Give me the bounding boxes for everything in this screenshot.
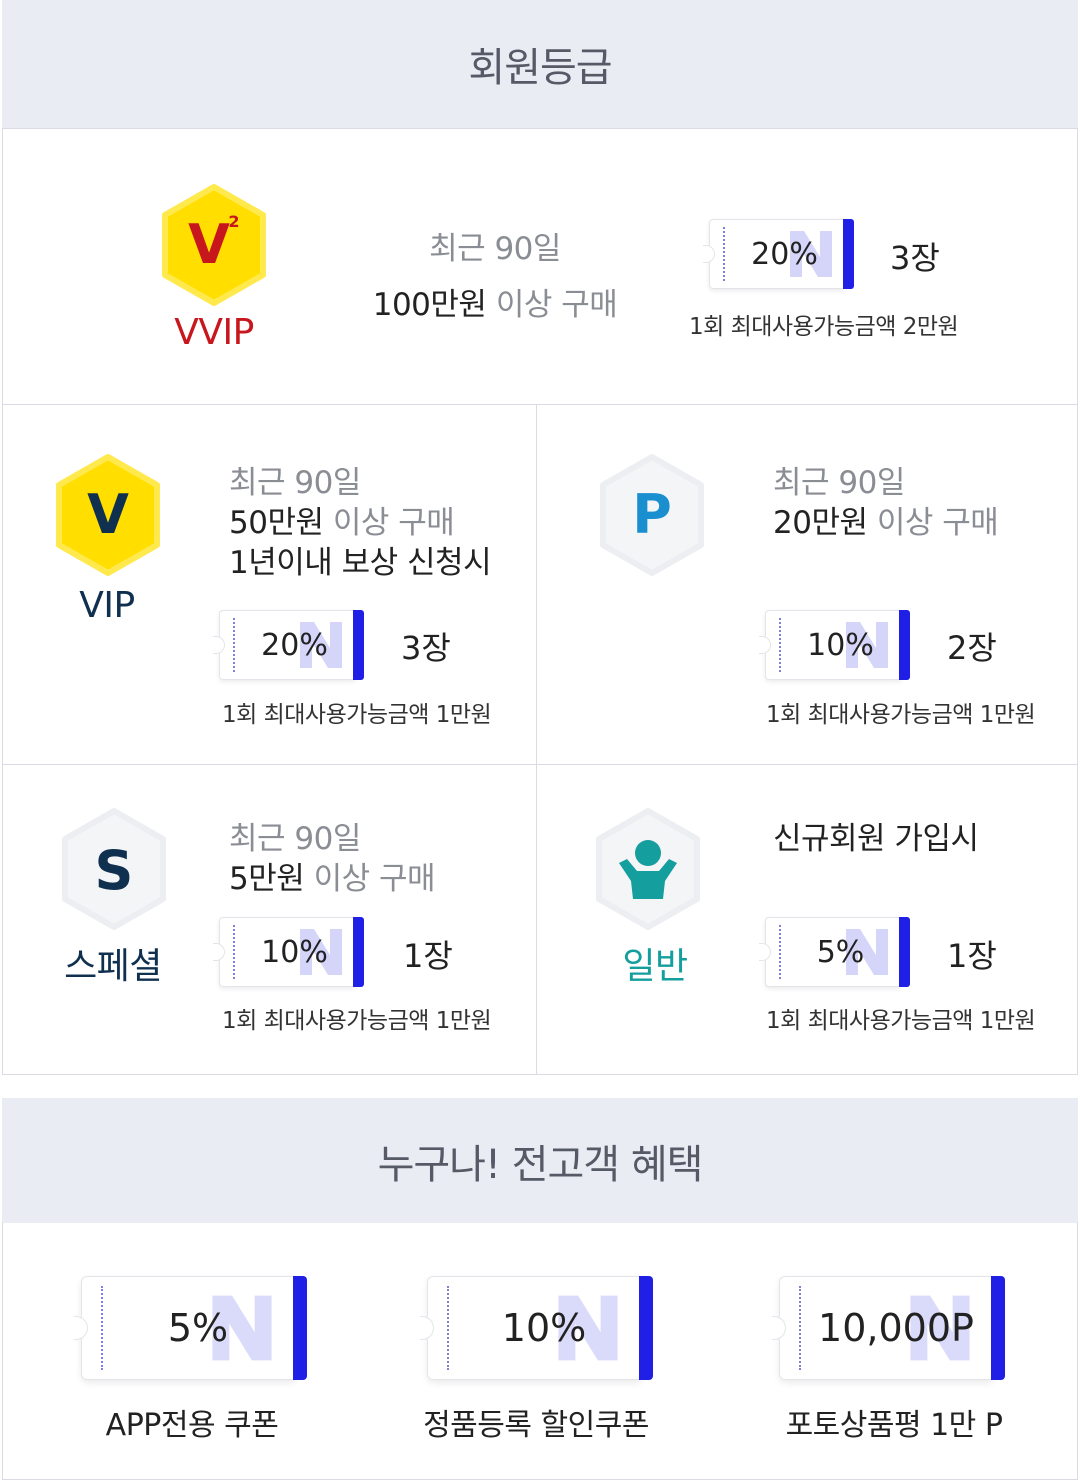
p-condition: 최근 90일 20만원 이상 구매 <box>773 463 999 543</box>
grade-card-p: P 최근 90일 20만원 이상 구매 10% 2장 1회 최대사용가능금액 1… <box>536 404 1078 765</box>
condition-suffix: 이상 구매 <box>313 861 436 897</box>
benefit-ticket-app: 5% <box>74 1276 307 1380</box>
condition-suffix: 이상 구매 <box>332 505 455 541</box>
p-coupon-ticket: 10% <box>759 610 910 680</box>
benefit-label: 포토상품평 1만 P <box>785 1408 1003 1443</box>
coupon-value: 20% <box>751 236 818 272</box>
coupon-limit: 1회 최대사용가능금액 1만원 <box>766 702 1036 728</box>
grade-card-special: S 스페셜 최근 90일 5만원 이상 구매 10% 1장 1회 최대사용가능금… <box>2 764 537 1075</box>
condition-amount: 5만원 <box>229 861 305 897</box>
condition-amount: 50만원 <box>229 505 324 541</box>
coupon-quantity: 1장 <box>403 937 453 975</box>
coupon-quantity: 3장 <box>890 239 940 277</box>
vvip-condition: 최근 90일 100만원 이상 구매 <box>365 229 625 325</box>
svg-text:V: V <box>188 213 230 276</box>
svg-text:S: S <box>95 839 134 902</box>
vip-condition: 최근 90일 50만원 이상 구매 1년이내 보상 신청시 <box>229 463 492 583</box>
svg-text:P: P <box>632 483 672 546</box>
coupon-quantity: 2장 <box>947 629 997 667</box>
benefit-label: APP전용 쿠폰 <box>105 1408 279 1443</box>
vip-badge-icon: V <box>53 453 163 577</box>
svg-text:2: 2 <box>228 212 239 231</box>
condition-amount: 20만원 <box>773 505 868 541</box>
membership-section-title: 회원등급 <box>2 0 1078 128</box>
condition-suffix: 이상 구매 <box>876 505 999 541</box>
condition-suffix: 이상 구매 <box>495 287 618 323</box>
normal-condition: 신규회원 가입시 <box>773 821 979 857</box>
grade-card-vvip: V 2 VVIP 최근 90일 100만원 이상 구매 20% 3장 1회 최대… <box>2 128 1078 405</box>
special-coupon-ticket: 10% <box>213 917 364 987</box>
coupon-limit: 1회 최대사용가능금액 2만원 <box>689 314 959 340</box>
coupon-quantity: 1장 <box>947 937 997 975</box>
condition-period: 최근 90일 <box>229 465 361 501</box>
special-condition: 최근 90일 5만원 이상 구매 <box>229 819 436 899</box>
grade-card-normal: 일반 신규회원 가입시 5% 1장 1회 최대사용가능금액 1만원 <box>536 764 1078 1075</box>
svg-text:V: V <box>87 483 129 546</box>
normal-badge-icon <box>593 807 703 931</box>
vvip-badge-icon: V 2 <box>159 183 269 307</box>
vvip-coupon-ticket: 20% <box>703 219 854 289</box>
benefits-panel: 5% APP전용 쿠폰 10% 정품등록 할인쿠폰 10,000P 포토상품평 … <box>2 1222 1078 1480</box>
vip-coupon-ticket: 20% <box>213 610 364 680</box>
coupon-limit: 1회 최대사용가능금액 1만원 <box>222 702 492 728</box>
condition-period: 최근 90일 <box>429 231 561 267</box>
benefits-section-title: 누구나! 전고객 혜택 <box>2 1098 1078 1223</box>
coupon-value: 10% <box>261 934 328 970</box>
benefit-label: 정품등록 할인쿠폰 <box>423 1408 649 1443</box>
grade-name-vvip: VVIP <box>174 312 254 353</box>
condition-period: 최근 90일 <box>773 465 905 501</box>
normal-coupon-ticket: 5% <box>759 917 910 987</box>
benefit-value: 10% <box>501 1306 587 1350</box>
condition-amount-line: 100만원 이상 구매 <box>365 285 625 325</box>
grade-name-special: 스페셜 <box>64 946 162 987</box>
coupon-value: 5% <box>816 934 865 970</box>
condition-amount: 100만원 <box>372 287 487 323</box>
coupon-limit: 1회 최대사용가능금액 1만원 <box>766 1008 1036 1034</box>
coupon-value: 20% <box>261 627 328 663</box>
condition-period: 최근 90일 <box>229 821 361 857</box>
coupon-limit: 1회 최대사용가능금액 1만원 <box>222 1008 492 1034</box>
p-badge-icon: P <box>597 453 707 577</box>
special-badge-icon: S <box>59 807 169 931</box>
benefit-ticket-photo-review: 10,000P <box>772 1276 1005 1380</box>
coupon-quantity: 3장 <box>401 629 451 667</box>
condition-amount-line: 5만원 이상 구매 <box>229 859 436 899</box>
benefit-value: 10,000P <box>818 1306 974 1350</box>
grade-name-normal: 일반 <box>622 946 688 987</box>
grade-card-vip: V VIP 최근 90일 50만원 이상 구매 1년이내 보상 신청시 20% … <box>2 404 537 765</box>
condition-amount-line: 50만원 이상 구매 <box>229 503 491 543</box>
condition-extra: 1년이내 보상 신청시 <box>229 545 492 581</box>
condition-amount-line: 20만원 이상 구매 <box>773 503 999 543</box>
benefit-ticket-registration: 10% <box>420 1276 653 1380</box>
coupon-value: 10% <box>807 627 874 663</box>
grade-name-vip: VIP <box>79 585 135 626</box>
benefit-value: 5% <box>167 1306 229 1350</box>
